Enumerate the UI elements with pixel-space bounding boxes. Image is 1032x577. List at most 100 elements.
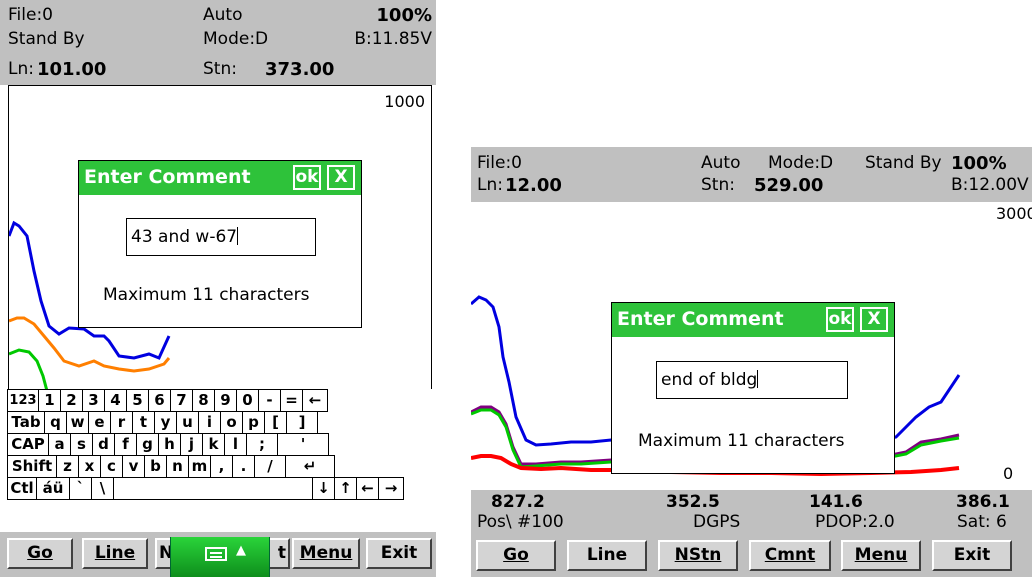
comment-input-value: 43 and w-67 <box>131 227 238 247</box>
key-r[interactable]: r <box>110 411 133 434</box>
cmnt-button[interactable]: Cmnt <box>749 540 831 571</box>
ok-button[interactable]: ok <box>293 165 321 190</box>
battery-indicator: B:12.00V <box>951 175 1029 195</box>
readout-value-3: 141.6 <box>809 492 863 512</box>
key-1[interactable]: 1 <box>38 389 61 412</box>
key-shift[interactable]: Shift <box>7 455 57 478</box>
max-chars-note: Maximum 11 characters <box>103 285 310 305</box>
menu-button[interactable]: Menu <box>841 540 921 571</box>
arrow-left-key[interactable]: ← <box>356 477 379 500</box>
key-4[interactable]: 4 <box>104 389 127 412</box>
menu-button[interactable]: Menu <box>292 538 360 569</box>
cmnt-button[interactable]: t <box>270 538 290 569</box>
key-f[interactable]: f <box>114 433 137 456</box>
key-p[interactable]: p <box>242 411 265 434</box>
key-v[interactable]: v <box>122 455 145 478</box>
dgps-status: DGPS <box>693 512 741 532</box>
line-button[interactable]: Line <box>82 538 148 569</box>
key-123[interactable]: 123 <box>7 389 39 412</box>
text-caret <box>757 370 759 388</box>
close-button[interactable]: X <box>327 165 355 190</box>
key-w[interactable]: w <box>66 411 89 434</box>
exit-button[interactable]: Exit <box>932 540 1012 571</box>
key-t[interactable]: t <box>132 411 155 434</box>
auto-indicator: Auto <box>203 5 243 25</box>
space-key[interactable] <box>113 477 313 500</box>
close-button[interactable]: X <box>860 307 888 332</box>
key-caps[interactable]: CAP <box>7 433 49 456</box>
go-button[interactable]: Go <box>7 538 73 569</box>
comment-input[interactable]: 43 and w-67 <box>126 218 316 256</box>
key-3[interactable]: 3 <box>82 389 105 412</box>
key-left-bracket[interactable]: [ <box>264 411 287 434</box>
key-o[interactable]: o <box>220 411 243 434</box>
key-h[interactable]: h <box>158 433 181 456</box>
keyboard-row-bottom: Ctl áü ` \ ↓ ↑ ← → <box>7 477 404 500</box>
percent-indicator: 100% <box>951 153 1007 174</box>
key-y[interactable]: y <box>154 411 177 434</box>
nstn-button[interactable]: NStn <box>658 540 738 571</box>
key-b[interactable]: b <box>144 455 167 478</box>
key-g[interactable]: g <box>136 433 159 456</box>
key-6[interactable]: 6 <box>148 389 171 412</box>
station-value: 373.00 <box>265 59 335 80</box>
key-8[interactable]: 8 <box>192 389 215 412</box>
key-backslash[interactable]: \ <box>91 477 114 500</box>
key-equals[interactable]: = <box>280 389 303 412</box>
key-slash[interactable]: / <box>254 455 286 478</box>
key-u[interactable]: u <box>176 411 199 434</box>
key-accents[interactable]: áü <box>36 477 70 500</box>
keyboard-row-q: Tab q w e r t y u i o p [ ] <box>7 411 318 434</box>
key-a[interactable]: a <box>48 433 71 456</box>
comment-input[interactable]: end of bldg <box>656 361 848 399</box>
arrow-up-key[interactable]: ↑ <box>334 477 357 500</box>
key-n[interactable]: n <box>166 455 189 478</box>
key-quote[interactable]: ' <box>277 433 329 456</box>
arrow-right-key[interactable]: → <box>378 477 404 500</box>
arrow-down-key[interactable]: ↓ <box>312 477 335 500</box>
key-tab[interactable]: Tab <box>7 411 45 434</box>
enter-key[interactable]: ↵ <box>285 455 335 478</box>
key-q[interactable]: q <box>44 411 67 434</box>
key-c[interactable]: c <box>100 455 123 478</box>
input-panel-button[interactable]: ▲ <box>170 537 270 577</box>
station-label: Stn: <box>203 59 237 79</box>
key-i[interactable]: i <box>198 411 221 434</box>
key-e[interactable]: e <box>88 411 111 434</box>
exit-button[interactable]: Exit <box>366 538 432 569</box>
key-l[interactable]: l <box>224 433 247 456</box>
key-m[interactable]: m <box>188 455 211 478</box>
key-k[interactable]: k <box>202 433 225 456</box>
ok-button[interactable]: ok <box>826 307 854 332</box>
chevron-up-icon: ▲ <box>236 543 246 558</box>
state-indicator: Stand By <box>865 153 942 173</box>
key-right-bracket[interactable]: ] <box>286 411 318 434</box>
status-header: File:0 Auto Mode:D Stand By 100% Ln: 12.… <box>471 147 1032 202</box>
pdop-readout: PDOP:2.0 <box>815 512 895 532</box>
key-0[interactable]: 0 <box>236 389 259 412</box>
key-7[interactable]: 7 <box>170 389 193 412</box>
line-button[interactable]: Line <box>567 540 647 571</box>
key-2[interactable]: 2 <box>60 389 83 412</box>
key-ctl[interactable]: Ctl <box>7 477 37 500</box>
soft-keyboard: 123 1 2 3 4 5 6 7 8 9 0 - = ← Tab q w e … <box>7 389 435 529</box>
go-button[interactable]: Go <box>476 540 556 571</box>
key-comma[interactable]: , <box>210 455 233 478</box>
keyboard-row-numbers: 123 1 2 3 4 5 6 7 8 9 0 - = ← <box>7 389 328 412</box>
key-d[interactable]: d <box>92 433 115 456</box>
key-x[interactable]: x <box>78 455 101 478</box>
readout-value-2: 352.5 <box>666 492 720 512</box>
key-5[interactable]: 5 <box>126 389 149 412</box>
bottom-toolbar: Go Line NStn Cmnt Menu Exit <box>471 534 1032 577</box>
key-j[interactable]: j <box>180 433 203 456</box>
key-9[interactable]: 9 <box>214 389 237 412</box>
mode-indicator: Mode:D <box>203 29 269 49</box>
key-minus[interactable]: - <box>258 389 281 412</box>
enter-comment-dialog: Enter Comment ok X end of bldg Maximum 1… <box>611 302 895 474</box>
key-z[interactable]: z <box>56 455 79 478</box>
key-period[interactable]: . <box>232 455 255 478</box>
backspace-key[interactable]: ← <box>302 389 328 412</box>
key-semicolon[interactable]: ; <box>246 433 278 456</box>
key-s[interactable]: s <box>70 433 93 456</box>
key-backtick[interactable]: ` <box>69 477 92 500</box>
